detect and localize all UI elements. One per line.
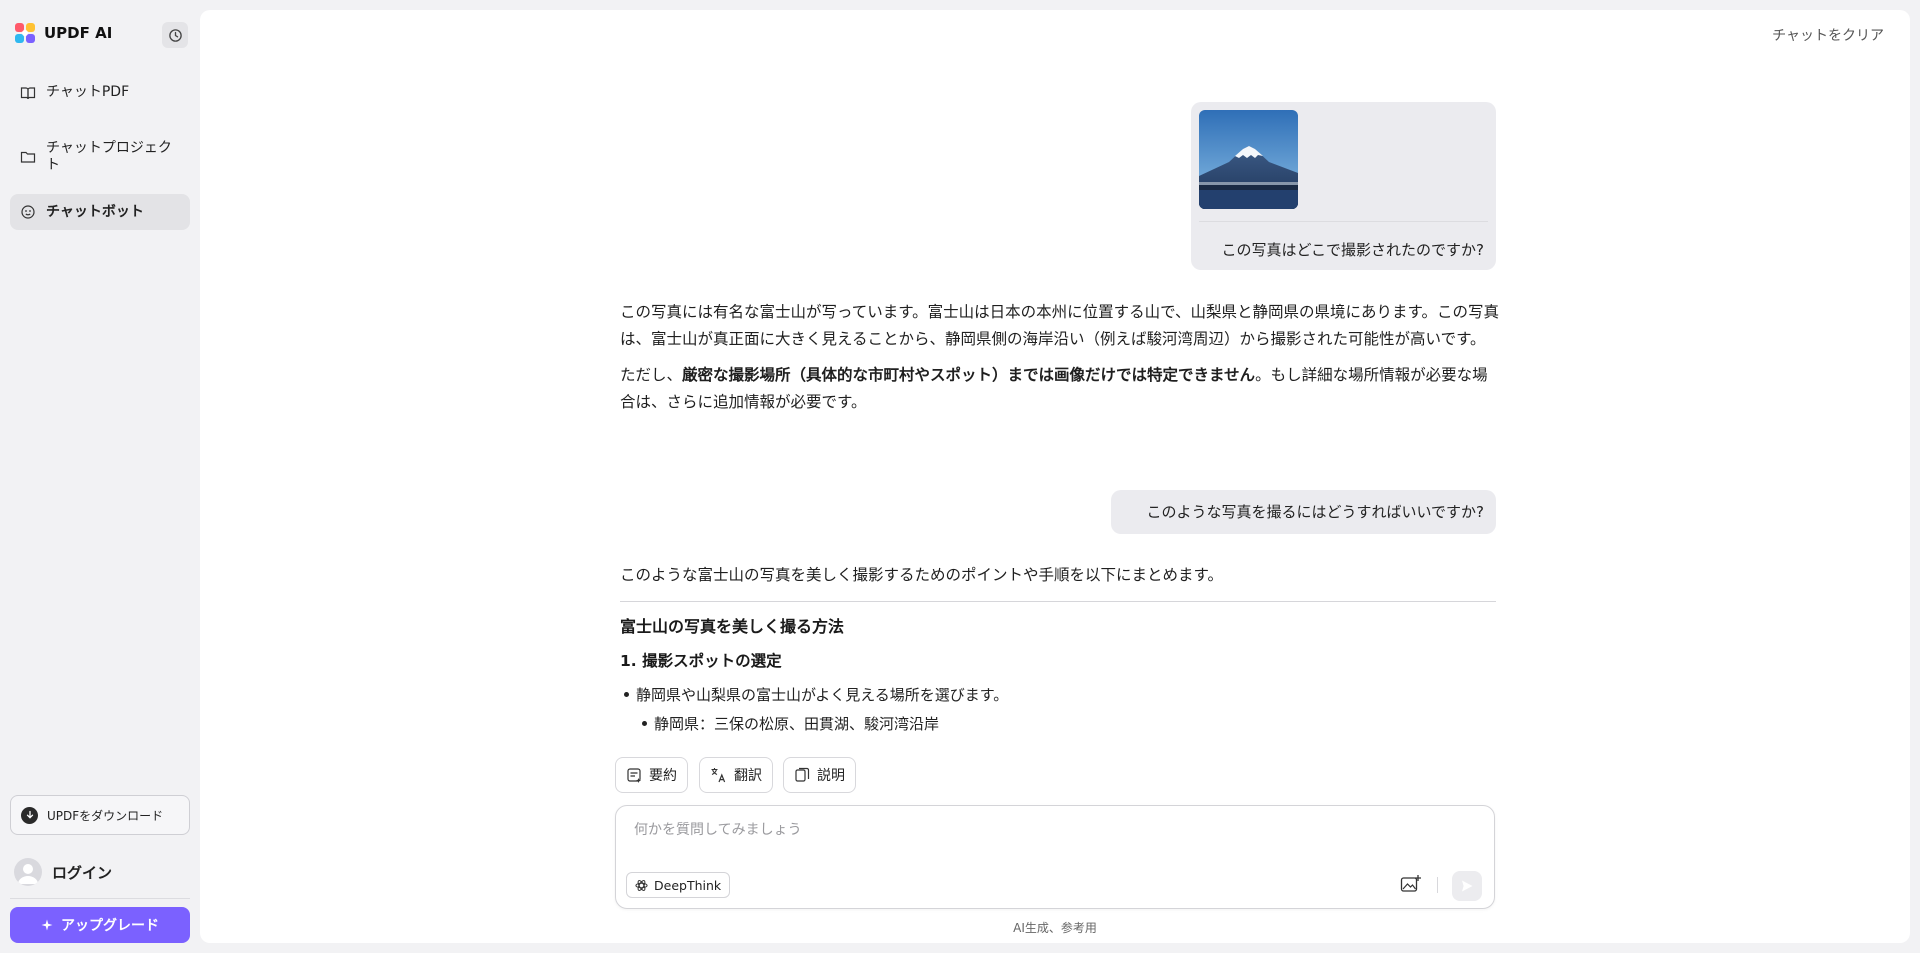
login-button[interactable]: ログイン [14, 858, 112, 886]
sidebar-item-label: チャットPDF [46, 84, 130, 100]
bold-text: 厳密な撮影場所（具体的な市町村やスポット）までは画像だけでは特定できません [682, 366, 1256, 384]
avatar [14, 858, 42, 886]
divider [1437, 877, 1438, 893]
upgrade-label: アップグレード [61, 918, 159, 934]
assistant-paragraph: この写真には有名な富士山が写っています。富士山は日本の本州に位置する山で、山梨県… [620, 303, 1500, 348]
upgrade-button[interactable]: アップグレード [10, 907, 190, 943]
list-item-text: 静岡県：三保の松原、田貫湖、駿河湾沿岸 [654, 715, 940, 733]
message-composer: DeepThink [615, 805, 1495, 909]
message-input[interactable] [632, 818, 1472, 842]
list-item: 静岡県：三保の松原、田貫湖、駿河湾沿岸 [642, 713, 939, 734]
user-message-text: このような写真を撮るにはどうすればいいですか? [1146, 503, 1484, 521]
translate-button[interactable]: 翻訳 [699, 757, 773, 793]
divider [620, 601, 1496, 602]
sidebar-item-label: チャットボット [46, 203, 144, 220]
sidebar-item-label: チャットプロジェクト [46, 140, 172, 173]
book-icon [20, 87, 36, 100]
divider [10, 898, 190, 899]
assistant-paragraph: このような富士山の写真を美しく撮影するためのポイントや手順を以下にまとめます。 [620, 566, 1223, 584]
answer-subheading: 1. 撮影スポットの選定 [620, 652, 782, 670]
download-icon [21, 806, 38, 824]
user-message-bubble: このような写真を撮るにはどうすればいいですか? [1111, 490, 1496, 534]
mount-fuji-photo[interactable] [1199, 110, 1298, 209]
list-item-text: 静岡県や山梨県の富士山がよく見える場所を選びます。 [636, 686, 1009, 704]
user-message-bubble: この写真はどこで撮影されたのですか? [1191, 102, 1496, 270]
summary-icon [627, 768, 641, 783]
bot-icon [21, 205, 35, 219]
folder-icon [20, 151, 36, 163]
explain-icon [795, 767, 810, 782]
assistant-message: この写真には有名な富士山が写っています。富士山は日本の本州に位置する山で、山梨県… [620, 299, 1500, 425]
history-icon [168, 28, 182, 42]
atom-icon [635, 879, 648, 891]
image-upload-button[interactable] [1400, 874, 1424, 896]
assistant-paragraph: ただし、厳密な撮影場所（具体的な市町村やスポット）までは画像だけでは特定できませ… [620, 362, 1500, 416]
divider [1199, 221, 1488, 222]
chip-label: 翻訳 [734, 768, 762, 784]
send-button[interactable] [1452, 871, 1482, 901]
sidebar-item-chat-project[interactable]: チャットプロジェクト [10, 132, 190, 173]
summary-button[interactable]: 要約 [615, 757, 688, 793]
sidebar: UPDF AI チャットPDF チャットプロジェクト チャットボット UPDFを… [0, 0, 200, 953]
deepthink-toggle[interactable]: DeepThink [626, 872, 731, 898]
answer-heading: 富士山の写真を美しく撮る方法 [620, 617, 845, 636]
app-name: UPDF AI [44, 24, 113, 42]
chip-label: 要約 [649, 768, 677, 784]
send-icon [1462, 880, 1473, 892]
bullet-icon [624, 692, 629, 697]
user-message-text: この写真はどこで撮影されたのですか? [1221, 241, 1484, 259]
brand[interactable]: UPDF AI [14, 22, 112, 44]
clear-chat-button[interactable]: チャットをクリア [1772, 25, 1884, 45]
chat-panel: チャットをクリア この写真はどこで撮影されたのですか? この写真には有名な富士山… [200, 10, 1910, 943]
chat-history-button[interactable] [162, 22, 188, 48]
chip-label: 説明 [817, 768, 845, 784]
assistant-message: このような富士山の写真を美しく撮影するためのポイントや手順を以下にまとめます。 [620, 562, 1500, 598]
sidebar-item-chat-pdf[interactable]: チャットPDF [10, 76, 190, 109]
deepthink-label: DeepThink [654, 877, 722, 893]
translate-icon [711, 768, 726, 783]
list-item: 静岡県や山梨県の富士山がよく見える場所を選びます。 [624, 684, 1008, 705]
login-label: ログイン [52, 863, 113, 882]
download-updf-button[interactable]: UPDFをダウンロード [10, 795, 190, 835]
bullet-icon [642, 721, 647, 726]
updf-logo-icon [15, 23, 35, 43]
image-upload-icon [1400, 875, 1421, 892]
download-label: UPDFをダウンロード [47, 808, 164, 823]
sidebar-item-chatbot[interactable]: チャットボット [10, 194, 190, 230]
sparkle-icon [41, 919, 53, 931]
explain-button[interactable]: 説明 [783, 757, 856, 793]
text-span: ただし、 [620, 366, 683, 384]
ai-disclaimer: AI生成、参考用 [1013, 921, 1097, 935]
